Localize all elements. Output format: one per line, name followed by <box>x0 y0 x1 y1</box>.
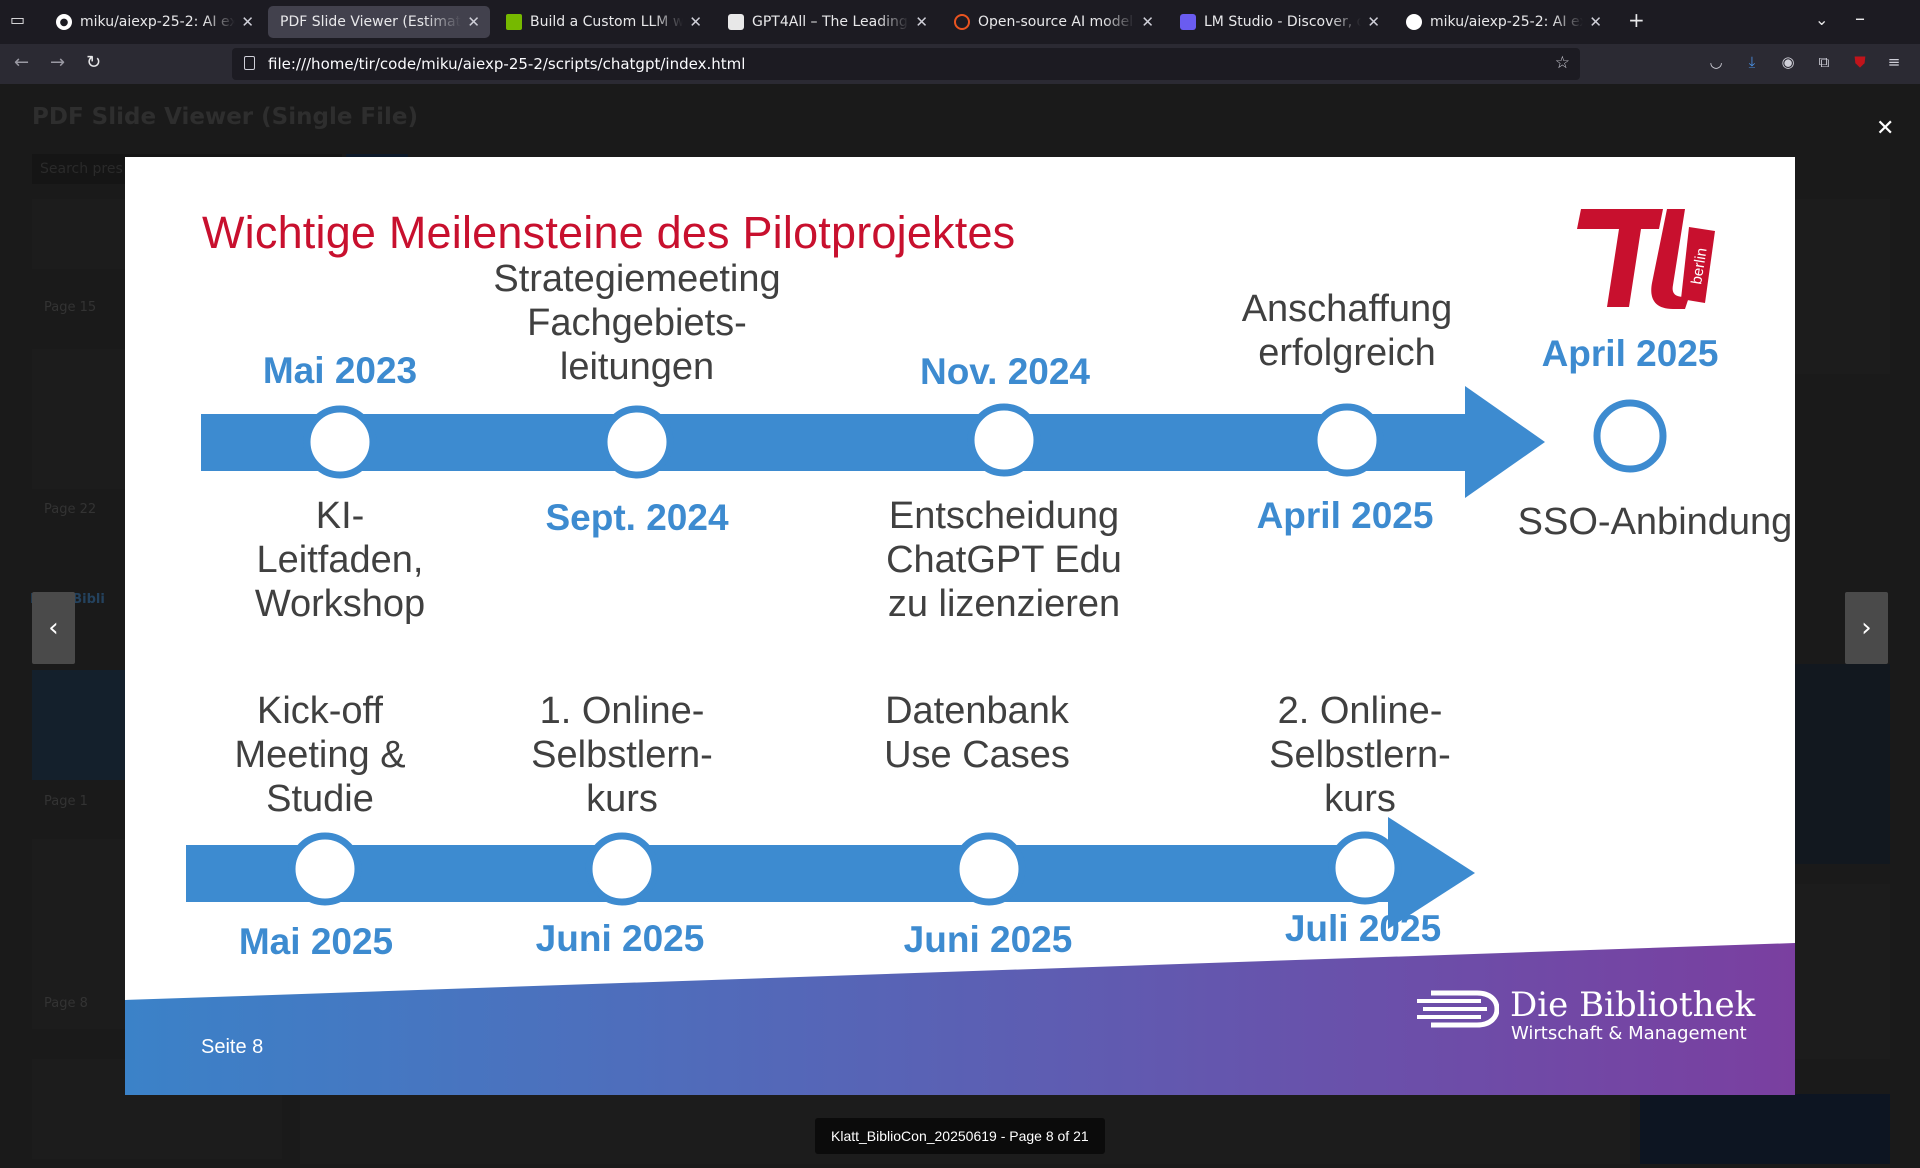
tab-2-active[interactable]: PDF Slide Viewer (Estimated ✕ <box>268 6 490 38</box>
github-icon <box>1406 14 1422 30</box>
milestone-node <box>1310 403 1384 477</box>
milestone-node <box>967 403 1041 477</box>
bookmark-star-icon[interactable]: ☆ <box>1555 53 1570 73</box>
milestone-node <box>303 405 377 479</box>
ublock-icon[interactable]: ⛊ <box>1850 52 1870 72</box>
url-text: file:///home/tir/code/miku/aiexp-25-2/sc… <box>268 55 746 73</box>
milestone-date: Juni 2025 <box>535 918 705 959</box>
close-tab-icon[interactable]: ✕ <box>915 13 928 31</box>
next-slide-button[interactable]: › <box>1845 592 1888 664</box>
milestone-label: SSO-Anbindung <box>1517 501 1793 543</box>
milestone-label: 1. Online- Selbstlern- kurs <box>531 690 713 820</box>
tab-3[interactable]: Build a Custom LLM with ✕ <box>494 6 712 38</box>
tab-title: Build a Custom LLM with <box>530 14 684 30</box>
milestone-date: April 2025 <box>1541 333 1719 374</box>
reload-icon[interactable]: ↻ <box>86 52 101 73</box>
minimize-icon[interactable]: – <box>1855 6 1865 30</box>
tab-title: Open-source AI model cre <box>978 14 1135 30</box>
forward-icon[interactable]: → <box>50 52 65 73</box>
footer-org-subtitle: Wirtschaft & Management <box>1511 1023 1747 1044</box>
thumbnail[interactable] <box>1790 884 1890 1059</box>
tab-title: miku/aiexp-25-2: AI explo <box>80 14 236 30</box>
lmstudio-icon <box>1180 14 1196 30</box>
slide-page-number: Seite 8 <box>201 1036 264 1058</box>
tab-bar: ▭ ● miku/aiexp-25-2: AI explo ✕ PDF Slid… <box>0 0 1920 44</box>
milestone-node <box>600 405 674 479</box>
milestone-node <box>952 832 1026 906</box>
tab-title: GPT4All – The Leading Pri <box>752 14 909 30</box>
menu-icon[interactable]: ≡ <box>1884 52 1904 72</box>
page-title: PDF Slide Viewer (Single File) <box>32 104 419 130</box>
milestone-label: Strategiemeeting Fachgebiets- leitungen <box>493 258 781 388</box>
thumbnail[interactable] <box>1640 1094 1890 1164</box>
downloads-icon[interactable]: ⤓ <box>1742 52 1762 72</box>
milestone-label: Kick-off Meeting & Studie <box>234 690 406 820</box>
tab-6[interactable]: LM Studio - Discover, dow ✕ <box>1168 6 1390 38</box>
thumbnail-label: Page 8 <box>44 996 88 1011</box>
milestone-date: Mai 2025 <box>238 921 394 962</box>
footer-org-title: Die Bibliothek <box>1510 985 1756 1025</box>
milestone-label: KI- Leitfaden, Workshop <box>254 495 426 625</box>
slide-title: Wichtige Meilensteine des Pilotprojektes <box>202 207 1016 258</box>
milestone-date: Mai 2023 <box>262 350 418 391</box>
back-icon[interactable]: ← <box>14 52 29 73</box>
milestone-node <box>1328 831 1402 905</box>
milestone-node <box>288 832 362 906</box>
milestone-label: Anschaffung erfolgreich <box>1241 288 1453 374</box>
thumbnail-label: Page 1 <box>44 794 88 809</box>
nvidia-icon <box>506 14 522 30</box>
milestone-label: 2. Online- Selbstlern- kurs <box>1269 690 1451 820</box>
thumbnail[interactable] <box>1790 199 1890 374</box>
tab-5[interactable]: Open-source AI model cre ✕ <box>942 6 1164 38</box>
tab-7[interactable]: miku/aiexp-25-2: AI explo ✕ <box>1394 6 1612 38</box>
close-tab-icon[interactable]: ✕ <box>241 13 254 31</box>
milestone-date: April 2025 <box>1256 495 1434 536</box>
tu-berlin-logo: berlin <box>1577 209 1715 309</box>
gpt4all-icon <box>728 14 744 30</box>
prev-slide-button[interactable]: ‹ <box>32 592 75 664</box>
milestone-date: Nov. 2024 <box>919 351 1091 392</box>
close-tab-icon[interactable]: ✕ <box>1367 13 1380 31</box>
account-icon[interactable]: ◉ <box>1778 52 1798 72</box>
close-tab-icon[interactable]: ✕ <box>467 13 480 31</box>
tab-title: PDF Slide Viewer (Estimated <box>280 14 462 30</box>
milestone-label: Entscheidung ChatGPT Edu zu lizenzieren <box>886 495 1122 625</box>
ubuntu-icon <box>954 14 970 30</box>
tab-list-icon[interactable]: ▭ <box>10 10 25 29</box>
page-icon <box>244 56 255 70</box>
thumbnail-label: Page 15 <box>44 300 97 315</box>
milestone-date: Sept. 2024 <box>545 497 729 538</box>
extensions-icon[interactable]: ⧉ <box>1814 52 1834 72</box>
milestone-node <box>585 832 659 906</box>
pocket-icon[interactable]: ◡ <box>1706 52 1726 72</box>
close-tab-icon[interactable]: ✕ <box>1589 13 1602 31</box>
thumbnail-label: Page 22 <box>44 502 97 517</box>
milestone-node <box>1593 399 1667 473</box>
new-tab-icon[interactable]: + <box>1628 8 1645 32</box>
milestone-date: Juni 2025 <box>903 919 1073 960</box>
github-icon: ● <box>56 14 72 30</box>
tab-title: LM Studio - Discover, dow <box>1204 14 1362 30</box>
list-all-tabs-icon[interactable]: ⌄ <box>1815 10 1828 29</box>
slide: Wichtige Meilensteine des Pilotprojektes… <box>125 157 1795 1095</box>
thumbnail[interactable] <box>1790 664 1890 864</box>
close-viewer-button[interactable]: ✕ <box>1876 116 1894 141</box>
milestone-label: Datenbank Use Cases <box>884 690 1070 776</box>
close-tab-icon[interactable]: ✕ <box>689 13 702 31</box>
tab-4[interactable]: GPT4All – The Leading Pri ✕ <box>716 6 938 38</box>
close-tab-icon[interactable]: ✕ <box>1141 13 1154 31</box>
slide-caption: Klatt_BiblioCon_20250619 - Page 8 of 21 <box>815 1118 1105 1154</box>
milestone-date: Juli 2025 <box>1284 908 1442 949</box>
bibliothek-logo-icon <box>1417 990 1499 1028</box>
tab-1[interactable]: ● miku/aiexp-25-2: AI explo ✕ <box>44 6 264 38</box>
url-bar[interactable]: file:///home/tir/code/miku/aiexp-25-2/sc… <box>232 48 1580 80</box>
tab-title: miku/aiexp-25-2: AI explo <box>1430 14 1583 30</box>
